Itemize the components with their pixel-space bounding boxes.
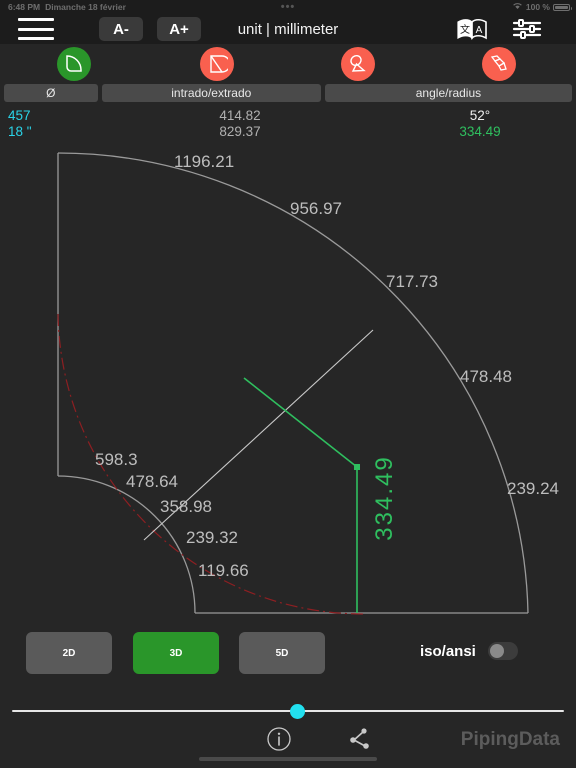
green-radius-line	[243, 377, 358, 468]
slider-knob[interactable]	[290, 704, 305, 719]
parameter-tabs: Ø intrado/extrado angle/radius	[0, 84, 576, 104]
diameter-inch: 18 "	[8, 124, 32, 139]
dimension-3d-button[interactable]: 3D	[133, 632, 219, 674]
intrado-value: 414.82	[219, 108, 261, 123]
angle-radius-values: 52° 334.49	[400, 108, 560, 140]
translate-icon[interactable]: 文 A	[455, 17, 489, 41]
battery-percent: 100 %	[525, 2, 550, 12]
dimension-5d-button[interactable]: 5D	[239, 632, 325, 674]
tab-diameter[interactable]: Ø	[4, 84, 98, 102]
dimension-label: 358.98	[160, 497, 212, 516]
intrado-extrado-icon[interactable]	[200, 47, 234, 81]
dimension-label: 717.73	[386, 272, 438, 291]
dimension-button-row: 2D 3D 5D iso/ansi	[0, 632, 576, 678]
dimension-label: 239.24	[507, 479, 559, 498]
slider-track[interactable]	[12, 710, 564, 712]
status-bar-right: 100 %	[512, 2, 572, 12]
shape-selector-row	[0, 44, 576, 84]
dimension-label: 239.32	[186, 528, 238, 547]
extrado-value: 829.37	[219, 124, 261, 139]
outer-arc	[57, 152, 529, 614]
dimension-2d-button[interactable]: 2D	[26, 632, 112, 674]
segments-icon[interactable]	[482, 47, 516, 81]
outer-profile	[57, 152, 529, 614]
status-dots: •••	[280, 1, 296, 13]
radius-value: 334.49	[459, 124, 501, 139]
elbow-drawing-canvas[interactable]: 1196.21 956.97 717.73 478.48 239.24 598.…	[0, 144, 576, 620]
elbow-quarter-icon[interactable]	[57, 47, 91, 81]
page-title: unit | millimeter	[237, 20, 339, 38]
sliders-settings-icon[interactable]	[512, 18, 542, 40]
share-node-icon[interactable]	[344, 726, 374, 752]
diameter-values: 457 18 "	[8, 108, 32, 140]
green-dimension-label: 334.49	[371, 455, 398, 540]
toggle-knob	[490, 644, 504, 658]
info-circle-icon[interactable]	[266, 726, 292, 752]
bottom-toolbar: PipingData	[0, 722, 576, 768]
green-dimension-lines	[243, 377, 358, 613]
top-navigation-bar: A- A+ unit | millimeter 文 A	[0, 14, 576, 44]
svg-text:A: A	[476, 25, 483, 36]
parameter-values-row: 457 18 " 414.82 829.37 52° 334.49	[0, 108, 576, 144]
svg-text:文: 文	[460, 23, 470, 36]
iso-ansi-toggle[interactable]	[488, 642, 518, 660]
dimension-label: 478.48	[460, 367, 512, 386]
brand-label: PipingData	[460, 729, 560, 750]
home-indicator	[199, 757, 377, 761]
zoom-slider[interactable]	[0, 700, 576, 722]
angle-radius-icon[interactable]	[341, 47, 375, 81]
dimension-label: 1196.21	[174, 152, 234, 171]
app-root: 6:48 PM Dimanche 18 février ••• 100 % A-…	[0, 0, 576, 768]
status-bar: 6:48 PM Dimanche 18 février ••• 100 %	[0, 0, 576, 14]
dimension-label: 119.66	[198, 561, 249, 580]
dimension-label: 478.64	[126, 472, 178, 491]
diameter-mm: 457	[8, 108, 31, 123]
angle-value: 52°	[469, 108, 491, 123]
iso-ansi-label: iso/ansi	[420, 643, 476, 660]
dimension-label: 598.3	[95, 450, 138, 469]
dimension-label: 956.97	[290, 199, 342, 218]
tab-angle-radius[interactable]: angle/radius	[324, 84, 573, 102]
intrado-extrado-values: 414.82 829.37	[160, 108, 320, 140]
battery-icon	[553, 3, 572, 11]
dimension-labels: 1196.21 956.97 717.73 478.48 239.24 598.…	[95, 152, 559, 580]
green-endpoint-marker	[354, 464, 360, 470]
tab-intrado-extrado[interactable]: intrado/extrado	[101, 84, 321, 102]
wifi-icon	[512, 2, 523, 12]
